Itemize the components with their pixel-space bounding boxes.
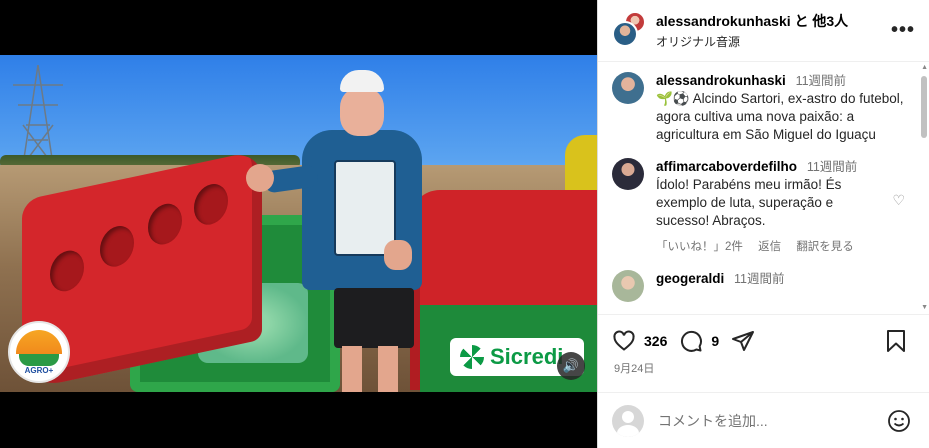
header-text: alessandrokunhaski と 他3人 オリジナル音源 <box>656 11 891 50</box>
comment-button[interactable]: 9 <box>679 329 719 353</box>
post-actions-bar: 326 9 <box>598 314 929 366</box>
lid-hole <box>50 247 84 295</box>
video-frame[interactable]: AGRO+ Sicredi 🔊 <box>0 55 597 392</box>
post-authors[interactable]: alessandrokunhaski と 他3人 <box>656 11 891 31</box>
caption-comment: alessandrokunhaski 11週間前 🌱⚽ Alcindo Sart… <box>612 72 905 144</box>
collab-avatars[interactable] <box>612 10 646 47</box>
comment-username[interactable]: geogeraldi <box>656 271 724 286</box>
post-date[interactable]: 9月24日 <box>614 360 654 376</box>
face <box>340 88 384 136</box>
comment-input[interactable] <box>658 412 887 429</box>
scroll-up-arrow-icon[interactable]: ▲ <box>921 64 928 71</box>
logo-text: AGRO+ <box>24 365 54 375</box>
comment-text: Ídolo! Parabéns meu irmão! És exemplo de… <box>656 177 842 228</box>
comments-count[interactable]: 9 <box>711 333 719 349</box>
list-item: geogeraldi 11週間前 <box>612 270 905 302</box>
mute-toggle-button[interactable]: 🔊 <box>557 352 585 380</box>
post-side-panel: alessandrokunhaski と 他3人 オリジナル音源 ••• ale… <box>597 0 929 448</box>
lid-hole <box>194 180 228 228</box>
audio-source-link[interactable]: オリジナル音源 <box>656 33 891 50</box>
left-leg <box>342 346 362 392</box>
comment-body: affimarcaboverdefilho 11週間前 Ídolo! Parab… <box>656 158 887 256</box>
likes-count[interactable]: 326 <box>644 333 667 349</box>
comment-icon <box>681 330 703 352</box>
translate-button[interactable]: 翻訳を見る <box>796 241 854 253</box>
sponsor-name: Sicredi <box>490 344 564 369</box>
comment-text: 🌱⚽ Alcindo Sartori, ex-astro do futebol,… <box>656 91 904 142</box>
avatar <box>612 404 644 437</box>
comments-scrollbar[interactable] <box>921 76 927 138</box>
comment-time[interactable]: 11週間前 <box>734 272 784 286</box>
left-hand <box>246 164 274 192</box>
avatar <box>612 20 638 47</box>
emoji-icon[interactable] <box>887 409 911 433</box>
right-leg <box>378 346 398 392</box>
reply-button[interactable]: 返信 <box>758 241 781 253</box>
send-icon <box>732 330 755 351</box>
avatar[interactable] <box>612 270 644 302</box>
bookmark-icon <box>887 329 905 352</box>
agro-plus-logo: AGRO+ <box>8 321 70 383</box>
like-comment-heart-icon[interactable]: ♡ <box>887 158 905 256</box>
shorts <box>334 288 414 348</box>
post-header: alessandrokunhaski と 他3人 オリジナル音源 ••• <box>598 0 929 62</box>
like-button[interactable]: 326 <box>612 329 667 353</box>
scroll-down-arrow-icon[interactable]: ▼ <box>921 304 928 311</box>
lid-hole <box>100 222 134 270</box>
comment-username[interactable]: alessandrokunhaski <box>656 73 786 88</box>
comment-body: geogeraldi 11週間前 <box>656 270 905 302</box>
video-pane[interactable]: AGRO+ Sicredi 🔊 <box>0 0 597 448</box>
logo-sun <box>16 329 62 354</box>
lid-hole <box>148 200 182 248</box>
speaker-icon: 🔊 <box>562 358 580 373</box>
list-item: affimarcaboverdefilho 11週間前 Ídolo! Parab… <box>612 158 905 256</box>
share-button[interactable] <box>731 329 763 353</box>
comment-composer <box>598 392 929 448</box>
comment-time[interactable]: 11週間前 <box>796 74 846 88</box>
shirt-print <box>334 160 396 256</box>
right-hand <box>384 240 412 270</box>
comment-likes-link[interactable]: 「いいね！」2件 <box>656 241 743 253</box>
power-pylon-image <box>13 65 63 165</box>
comment-actions: 「いいね！」2件 返信 翻訳を見る <box>656 238 887 256</box>
comments-list[interactable]: alessandrokunhaski 11週間前 🌱⚽ Alcindo Sart… <box>598 62 919 314</box>
comment-time[interactable]: 11週間前 <box>807 160 857 174</box>
logo-leaf <box>19 353 59 366</box>
comment-username[interactable]: affimarcaboverdefilho <box>656 159 797 174</box>
sicredi-logo-icon <box>460 345 484 369</box>
more-options-icon[interactable]: ••• <box>891 19 915 42</box>
avatar[interactable] <box>612 158 644 190</box>
avatar[interactable] <box>612 72 644 104</box>
cap <box>340 70 384 92</box>
heart-icon <box>613 330 635 351</box>
save-button[interactable] <box>885 329 915 353</box>
comment-body: alessandrokunhaski 11週間前 🌱⚽ Alcindo Sart… <box>656 72 905 144</box>
farmer-figure <box>246 70 438 392</box>
